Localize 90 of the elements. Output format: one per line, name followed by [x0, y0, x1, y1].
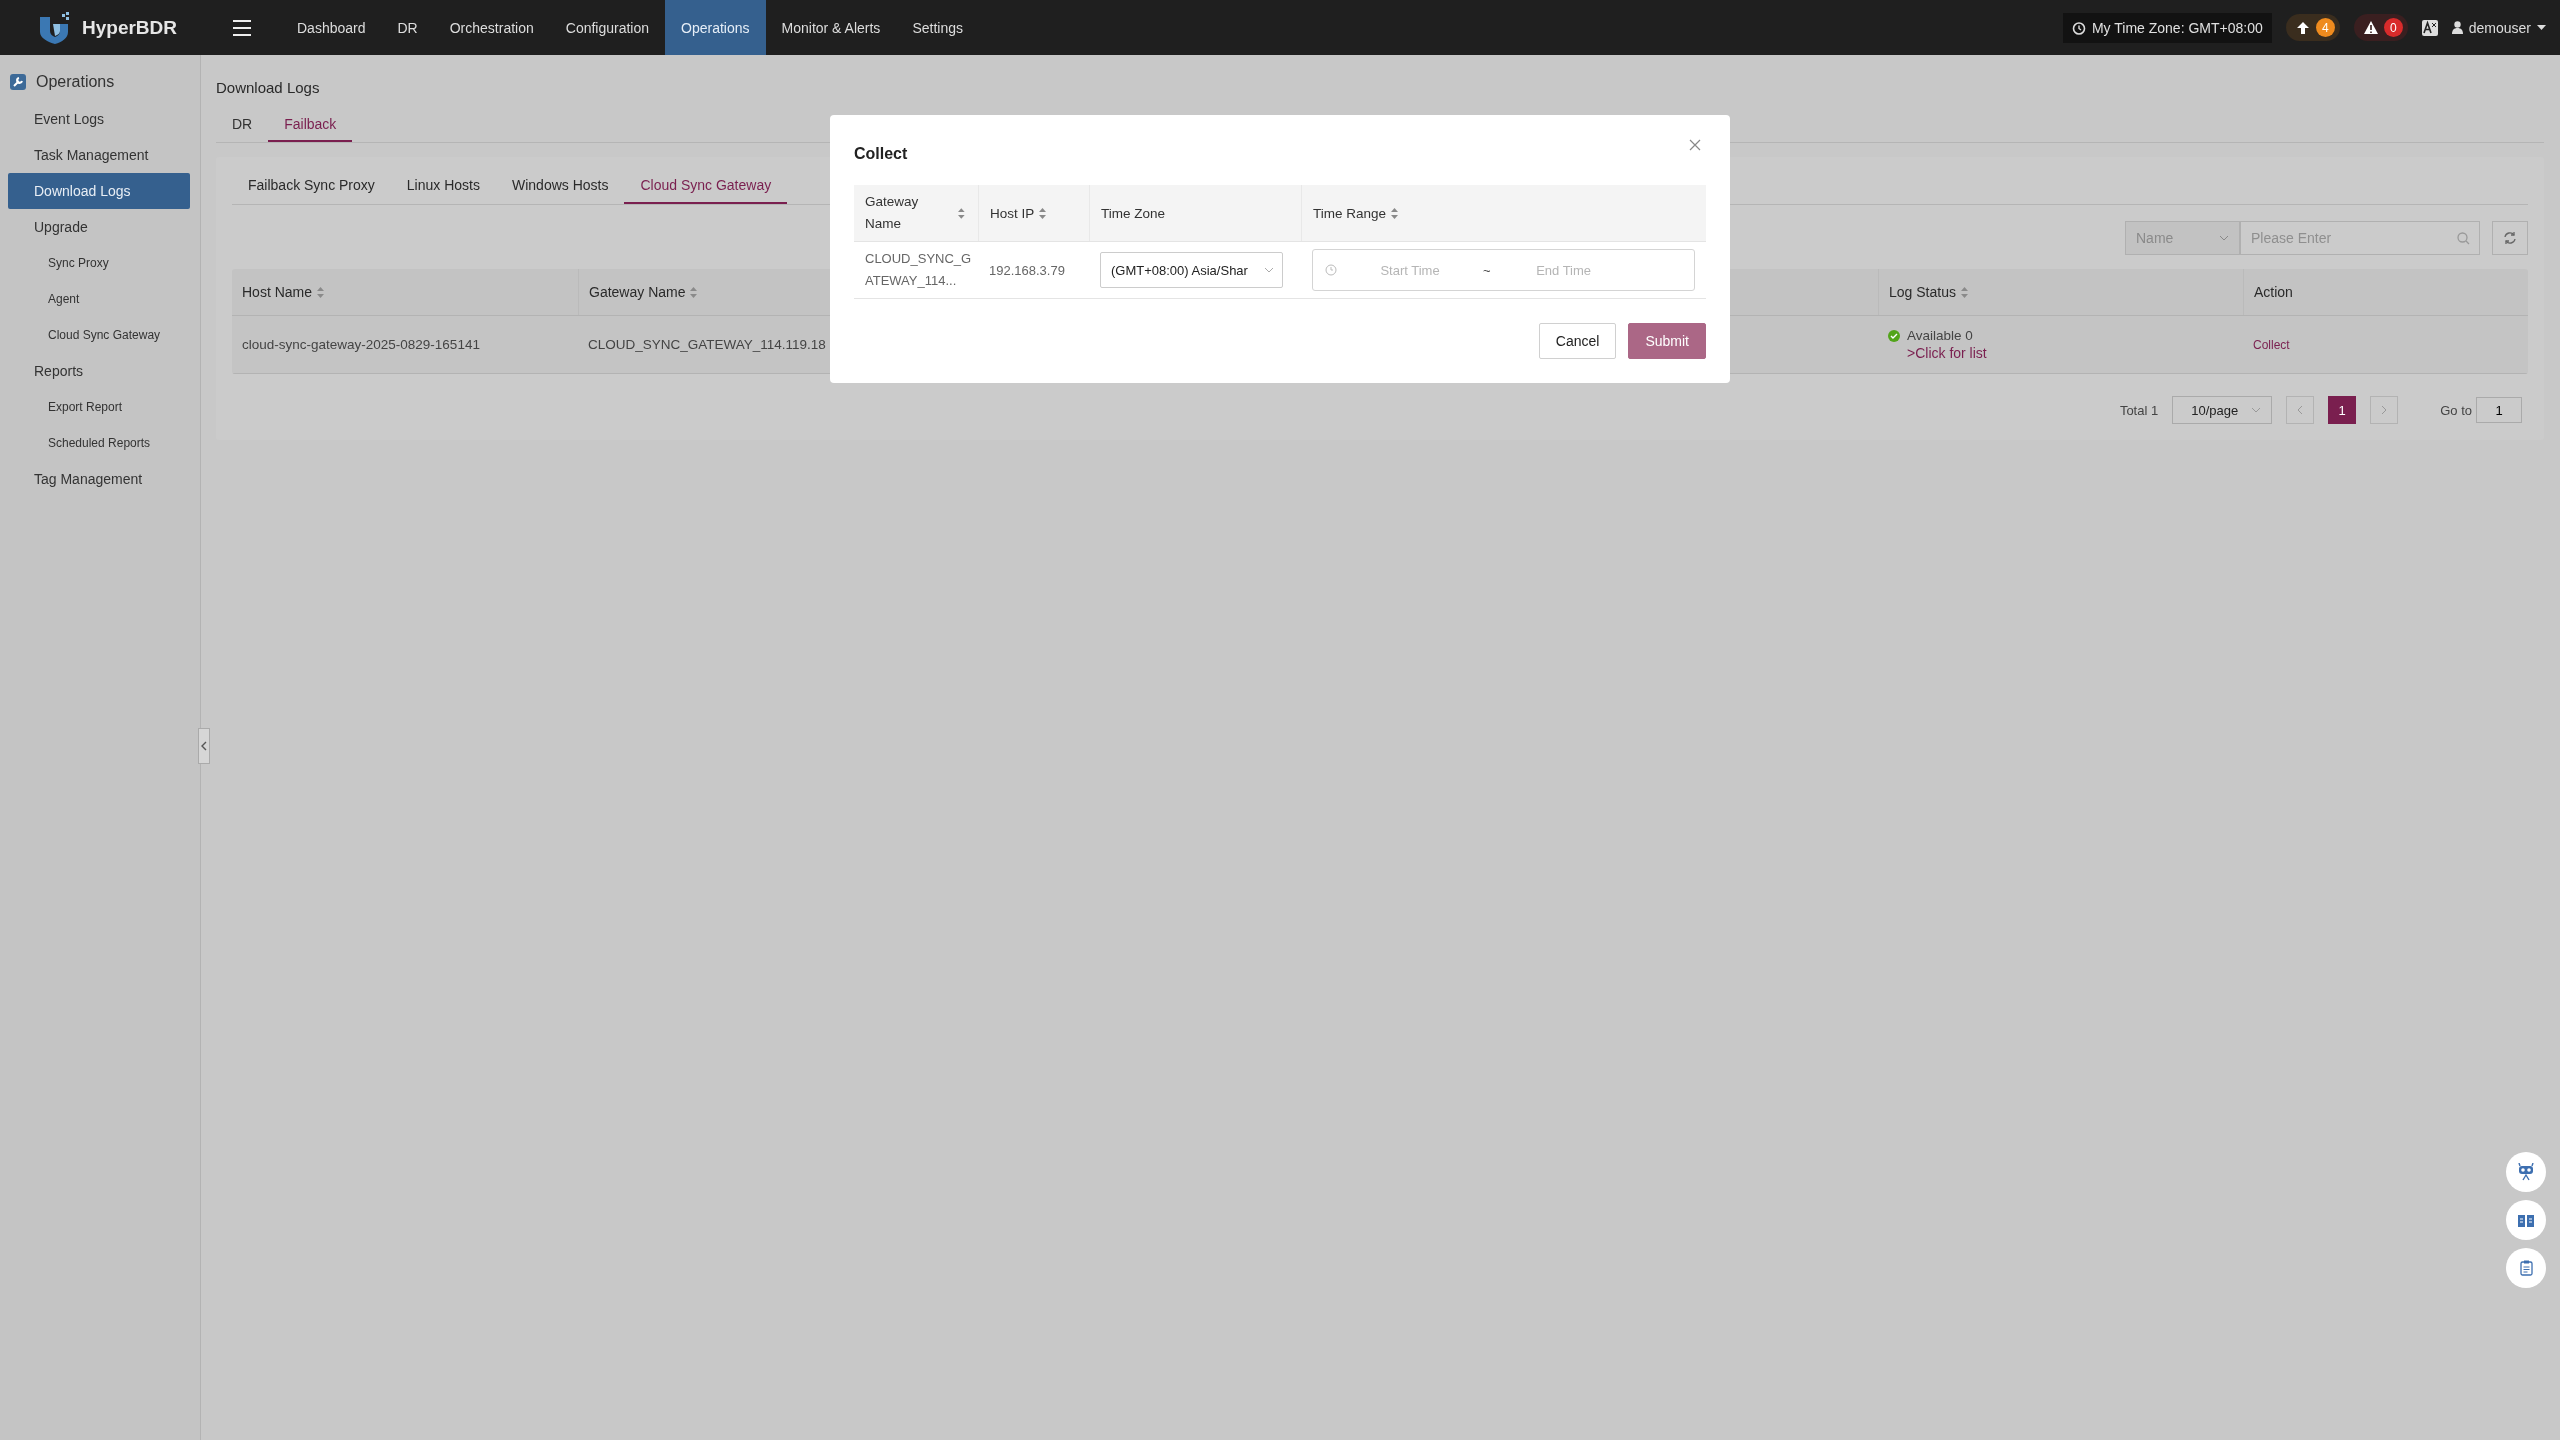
goto-page-field[interactable]: 1 — [2476, 397, 2522, 423]
clipboard-icon — [2519, 1260, 2533, 1276]
tab[interactable]: DR — [216, 110, 269, 142]
table-cell: CLOUD_SYNC_GATEWAY_114.119.18 — [588, 337, 826, 352]
up-arrow-icon — [2295, 20, 2310, 35]
timezone-indicator[interactable]: My Time Zone: GMT+08:00 — [2062, 12, 2272, 43]
documentation-button[interactable] — [2506, 1200, 2546, 1240]
goto-label: Go to — [2440, 402, 2472, 418]
click-for-list-link[interactable]: >Click for list — [1888, 345, 1987, 361]
sort-icon[interactable] — [958, 207, 965, 219]
column-header: Action — [2243, 269, 2528, 315]
page-size-select[interactable]: 10/page — [2172, 396, 2273, 424]
sidebar-subitem[interactable]: Scheduled Reports — [8, 425, 190, 461]
sidebar-item[interactable]: Reports — [8, 353, 190, 389]
clock-icon — [1325, 264, 1337, 276]
nav-tab[interactable]: DR — [381, 0, 434, 55]
menu-icon[interactable] — [233, 19, 251, 36]
sidebar-subitem[interactable]: Cloud Sync Gateway — [8, 317, 190, 353]
tab[interactable]: Failback — [268, 110, 353, 142]
robot-icon — [2518, 1163, 2534, 1181]
search-icon — [2457, 232, 2470, 245]
column-header: Time Zone — [1089, 185, 1301, 241]
check-circle-icon — [1888, 329, 1900, 342]
dialog-title: Collect — [854, 145, 908, 163]
collapse-sidebar-button[interactable] — [198, 728, 210, 764]
section-title: Operations — [36, 73, 115, 91]
page-title: Download Logs — [216, 79, 321, 96]
nav-tab[interactable]: Configuration — [549, 0, 666, 55]
caret-icon — [2537, 25, 2546, 30]
sidebar-subitem[interactable]: Agent — [8, 281, 190, 317]
close-icon[interactable] — [1689, 139, 1701, 151]
book-icon — [2518, 1213, 2534, 1227]
sidebar-item[interactable]: Upgrade — [8, 209, 190, 245]
total-count: Total 1 — [2119, 402, 2159, 418]
sidebar-item[interactable]: Task Management — [8, 137, 190, 173]
user-icon — [2451, 21, 2463, 34]
sidebar-item[interactable]: Download Logs — [8, 173, 190, 209]
clipboard-button[interactable] — [2506, 1248, 2546, 1288]
cancel-button[interactable]: Cancel — [1538, 323, 1617, 359]
tab[interactable]: Linux Hosts — [390, 169, 496, 204]
collect-link[interactable]: Collect — [2253, 337, 2290, 352]
nav-tab[interactable]: Orchestration — [433, 0, 550, 55]
refresh-icon — [2503, 231, 2517, 245]
sidebar-subitem[interactable]: Sync Proxy — [8, 245, 190, 281]
wrench-icon — [10, 74, 26, 90]
sidebar-subitem[interactable]: Export Report — [8, 389, 190, 425]
refresh-button[interactable] — [2492, 221, 2528, 255]
nav-tab[interactable]: Monitor & Alerts — [765, 0, 897, 55]
chevron-down-icon — [2251, 407, 2262, 413]
count-badge: 4 — [2315, 18, 2335, 37]
clock-icon — [2071, 20, 2086, 35]
assistant-button[interactable] — [2506, 1152, 2546, 1192]
table-cell-text: cloud-sync-gateway-2025-0829-165141 — [241, 336, 481, 354]
column-header: Host Name — [232, 269, 578, 315]
submit-button[interactable]: Submit — [1628, 323, 1706, 359]
search-field[interactable]: Please Enter — [2240, 221, 2480, 255]
nav-tab[interactable]: Operations — [665, 0, 766, 55]
sort-icon[interactable] — [317, 286, 325, 298]
sort-icon[interactable] — [1039, 207, 1047, 219]
user-menu[interactable]: demouser — [2451, 19, 2546, 36]
sidebar-item[interactable]: Tag Management — [8, 461, 190, 497]
warning-icon — [2363, 21, 2378, 34]
time-zone-select[interactable]: (GMT+08:00) Asia/Shar — [1100, 252, 1283, 288]
tab[interactable]: Failback Sync Proxy — [232, 169, 391, 204]
translate-icon[interactable] — [2421, 19, 2438, 36]
time-range-field[interactable]: Start Time ~ End Time — [1312, 249, 1695, 291]
page-button[interactable]: 1 — [2328, 396, 2357, 424]
chevron-left-icon — [201, 741, 207, 751]
column-header: Log Status — [1878, 269, 2243, 315]
nav-tab[interactable]: Settings — [896, 0, 979, 55]
timezone-text: My Time Zone: GMT+08:00 — [2091, 19, 2263, 36]
chevron-down-icon — [2219, 235, 2229, 241]
tab[interactable]: Cloud Sync Gateway — [624, 169, 788, 204]
chevron-down-icon — [1264, 267, 1274, 273]
column-header: Time Range — [1301, 185, 1706, 241]
count-badge: 0 — [2383, 18, 2403, 37]
sort-icon[interactable] — [1391, 207, 1399, 219]
brand-name: HyperBDR — [82, 16, 178, 39]
tab[interactable]: Windows Hosts — [496, 169, 625, 204]
status-text: Available 0 — [1907, 328, 1973, 343]
sidebar-item[interactable]: Event Logs — [8, 101, 190, 137]
chevron-left-icon — [2297, 405, 2304, 415]
shield-logo-icon — [38, 11, 72, 44]
chevron-right-icon — [2381, 405, 2388, 415]
sort-icon[interactable] — [690, 286, 698, 298]
column-header: Host IP — [978, 185, 1089, 241]
nav-tab[interactable]: Dashboard — [281, 0, 382, 55]
sort-icon[interactable] — [1960, 286, 1968, 298]
column-header: Gateway Name — [854, 185, 978, 241]
alert-notification-button[interactable]: 0 — [2353, 14, 2408, 41]
